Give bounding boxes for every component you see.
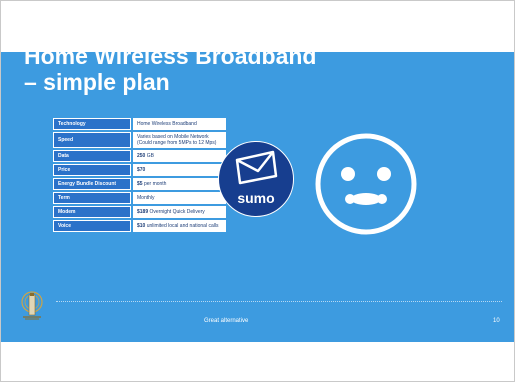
row-value: $10 unlimited local and national calls: [133, 220, 226, 232]
table-row: Data 250 GB: [53, 150, 226, 162]
row-label: Price: [53, 164, 131, 176]
row-label: Data: [53, 150, 131, 162]
table-row: Voice $10 unlimited local and national c…: [53, 220, 226, 232]
row-label: Voice: [53, 220, 131, 232]
sumo-logo-text: sumo: [237, 190, 275, 206]
table-row: Energy Bundle Discount $5 per month: [53, 178, 226, 190]
title-line-1: Home Wireless Broadband: [24, 43, 317, 69]
row-value: Home Wireless Broadband: [133, 118, 226, 130]
table-row: Term Monthly: [53, 192, 226, 204]
row-label: Speed: [53, 132, 131, 148]
row-label: Technology: [53, 118, 131, 130]
table-row: Price $70: [53, 164, 226, 176]
sumo-face-icon: [315, 133, 417, 235]
title-line-2: – simple plan: [24, 69, 170, 95]
row-label: Term: [53, 192, 131, 204]
row-label: Energy Bundle Discount: [53, 178, 131, 190]
slide-title: Home Wireless Broadband – simple plan: [24, 43, 424, 95]
table-row: Speed Varies based on Mobile Network (Cou…: [53, 132, 226, 148]
page-number: 10: [493, 318, 500, 324]
lighthouse-logo-icon: [21, 291, 43, 320]
row-value: 250 GB: [133, 150, 226, 162]
row-value: Varies based on Mobile Network (Could ran…: [133, 132, 226, 148]
row-value: $70: [133, 164, 226, 176]
footer-text: Great alternative: [204, 318, 249, 324]
row-value: $5 per month: [133, 178, 226, 190]
row-value: Monthly: [133, 192, 226, 204]
footer-divider: [56, 301, 502, 302]
sumo-badge: sumo: [218, 141, 294, 217]
row-value: $189 Overnight Quick Delivery: [133, 206, 226, 218]
envelope-icon: [235, 150, 278, 185]
table-row: Modem $189 Overnight Quick Delivery: [53, 206, 226, 218]
plan-table: Technology Home Wireless Broadband Speed…: [51, 116, 228, 234]
table-row: Technology Home Wireless Broadband: [53, 118, 226, 130]
row-label: Modem: [53, 206, 131, 218]
